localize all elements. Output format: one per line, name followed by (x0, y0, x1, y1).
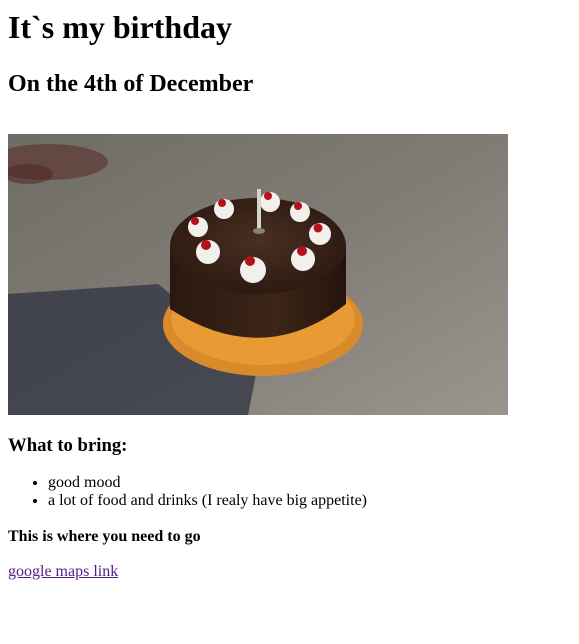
list-item: a lot of food and drinks (I realy have b… (48, 492, 571, 510)
bring-list: good mood a lot of food and drinks (I re… (8, 474, 571, 510)
page-title: It`s my birthday (8, 9, 233, 45)
location-heading: This is where you need to go (8, 528, 201, 545)
list-item: good mood (48, 474, 571, 492)
cake-photo (8, 134, 508, 415)
google-maps-link[interactable]: google maps link (8, 563, 118, 580)
bring-heading: What to bring: (8, 435, 128, 456)
link-paragraph: google maps link (8, 562, 571, 581)
page-subtitle: On the 4th of December (8, 71, 254, 97)
page-content: It`s my birthday On the 4th of December (0, 0, 579, 581)
